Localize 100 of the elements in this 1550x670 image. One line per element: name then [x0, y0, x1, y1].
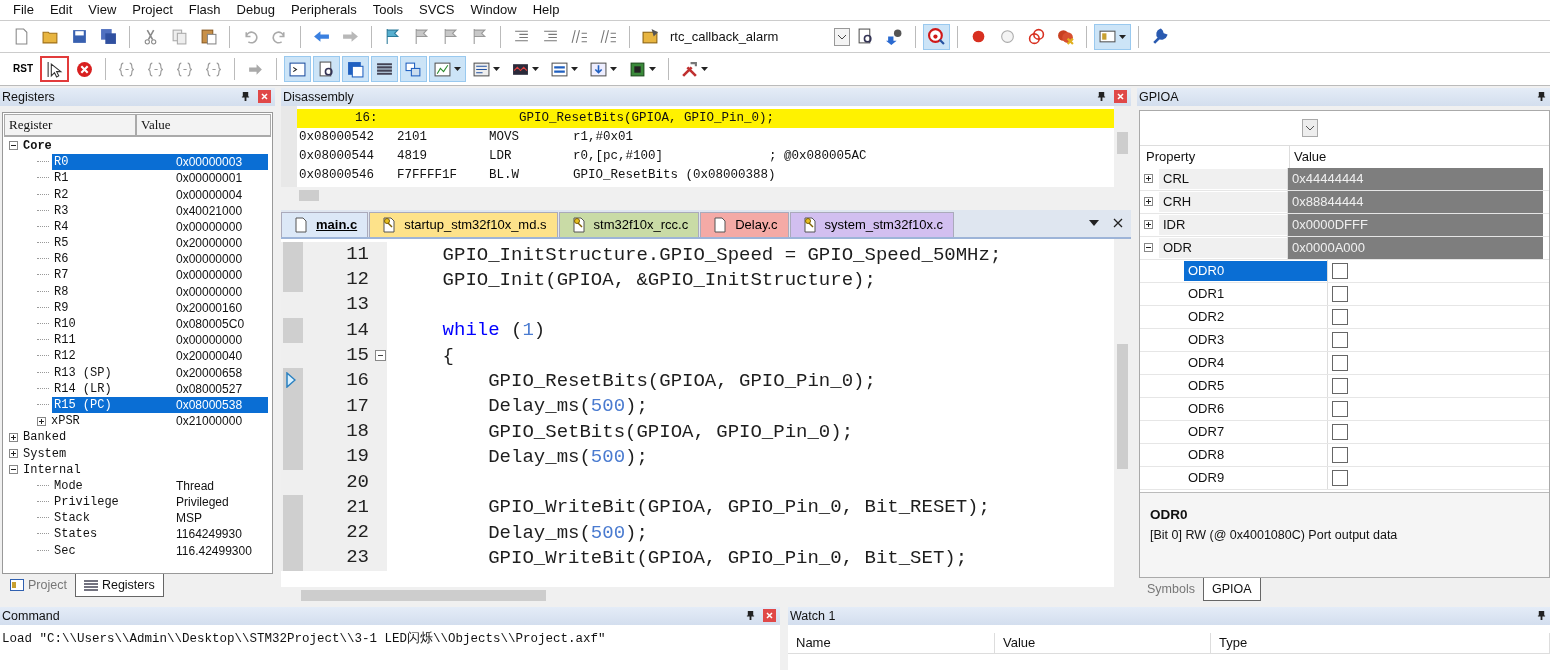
register-name[interactable]: R7 [52, 267, 71, 284]
register-name[interactable]: R8 [52, 283, 71, 300]
property-name[interactable]: ODR8 [1184, 444, 1327, 465]
checkbox[interactable] [1332, 446, 1348, 463]
register-name[interactable]: R4 [52, 218, 71, 235]
panel-tab[interactable]: Registers [74, 573, 164, 597]
register-name[interactable]: States [52, 526, 100, 543]
register-name[interactable]: R12 [52, 348, 78, 365]
reset-button[interactable]: RST [8, 56, 38, 83]
file-tab[interactable]: stm32f10x_rcc.c [558, 211, 700, 237]
column-header[interactable]: Name [788, 632, 995, 653]
property-name[interactable]: ODR0 [1184, 260, 1327, 281]
file-tab[interactable]: main.c [281, 211, 369, 237]
cursor-button[interactable] [40, 56, 69, 83]
checkbox[interactable] [1332, 285, 1348, 302]
menu-item[interactable]: Flash [181, 2, 230, 18]
checkbox[interactable] [1332, 469, 1348, 486]
menu-item[interactable]: Help [525, 2, 569, 18]
register-name[interactable]: R2 [52, 186, 71, 203]
collapse-icon[interactable] [374, 350, 386, 362]
column-header[interactable]: Value [995, 632, 1211, 653]
register-name[interactable]: R5 [52, 235, 71, 252]
file-tab[interactable]: system_stm32f10x.c [789, 211, 955, 237]
checkbox[interactable] [1332, 377, 1348, 394]
dropdown-icon[interactable] [1302, 118, 1318, 137]
expand-icon[interactable] [1144, 197, 1153, 207]
register-name[interactable]: R1 [52, 170, 71, 187]
panel-tab[interactable]: Project [2, 573, 75, 597]
menu-item[interactable]: SVCS [412, 2, 464, 18]
property-name[interactable]: ODR4 [1184, 352, 1327, 373]
file-tab[interactable]: Delay.c [700, 211, 789, 237]
register-name[interactable]: Sec [52, 542, 78, 559]
checkbox[interactable] [1332, 423, 1348, 440]
menu-item[interactable]: Tools [365, 2, 412, 18]
menu-item[interactable]: File [6, 2, 43, 18]
register-name[interactable]: R14 (LR) [52, 380, 114, 397]
collapse-icon[interactable] [9, 141, 18, 151]
register-name[interactable]: R9 [52, 299, 71, 316]
find-button[interactable] [313, 56, 340, 83]
expand-icon[interactable] [37, 416, 46, 426]
property-name[interactable]: ODR7 [1184, 421, 1327, 442]
checkbox[interactable] [1332, 262, 1348, 279]
register-name[interactable]: R13 (SP) [52, 364, 114, 381]
window-button[interactable] [1094, 23, 1131, 50]
checkbox[interactable] [1332, 400, 1348, 417]
column-header[interactable]: Register [4, 113, 136, 136]
property-name[interactable]: CRH [1159, 191, 1287, 212]
property-name[interactable]: ODR9 [1184, 467, 1327, 488]
menu-item[interactable]: View [81, 2, 126, 18]
pin-icon[interactable] [746, 610, 755, 622]
register-name[interactable]: R3 [52, 202, 71, 219]
register-name[interactable]: Banked [21, 429, 69, 446]
file-tab[interactable]: startup_stm32f10x_md.s [369, 211, 558, 237]
pin-icon[interactable] [1537, 610, 1546, 622]
registers-button[interactable] [371, 56, 398, 83]
register-name[interactable]: Mode [52, 477, 85, 494]
checkbox[interactable] [1332, 331, 1348, 348]
pin-icon[interactable] [1097, 91, 1106, 103]
property-name[interactable]: ODR6 [1184, 398, 1327, 419]
expand-icon[interactable] [1144, 220, 1153, 230]
property-name[interactable]: CRL [1159, 168, 1287, 189]
property-name[interactable]: IDR [1159, 214, 1287, 235]
register-name[interactable]: xPSR [49, 413, 82, 430]
property-name[interactable]: ODR3 [1184, 329, 1327, 350]
expand-icon[interactable] [1144, 174, 1153, 184]
menu-item[interactable]: Edit [42, 2, 82, 18]
function-combo[interactable]: rtc_callback_alarm [670, 25, 850, 48]
menu-item[interactable]: Project [125, 2, 182, 18]
column-header[interactable]: Value [136, 113, 271, 136]
call-stack-button[interactable] [400, 56, 427, 83]
panel-tab[interactable]: GPIOA [1202, 577, 1261, 601]
register-name[interactable]: R15 (PC) [52, 396, 173, 413]
expand-icon[interactable] [9, 432, 18, 442]
property-name[interactable]: ODR2 [1184, 306, 1327, 327]
register-name[interactable]: R10 [52, 316, 78, 332]
tab-list-icon[interactable] [1089, 220, 1099, 227]
checkbox[interactable] [1332, 354, 1348, 371]
property-name[interactable]: ODR1 [1184, 283, 1327, 304]
register-name[interactable]: R0 [52, 154, 173, 171]
column-header[interactable]: Type [1211, 632, 1550, 653]
register-name[interactable]: R11 [52, 332, 78, 349]
property-name[interactable]: ODR5 [1184, 375, 1327, 396]
watch-button[interactable] [429, 56, 466, 83]
menu-item[interactable]: Peripherals [283, 2, 366, 18]
pin-icon[interactable] [241, 91, 250, 103]
register-name[interactable]: Core [21, 137, 54, 154]
register-name[interactable]: Stack [52, 510, 92, 527]
debug-button[interactable] [923, 23, 950, 50]
register-name[interactable]: System [21, 445, 69, 462]
collapse-icon[interactable] [1144, 243, 1153, 253]
menu-item[interactable]: Window [463, 2, 526, 18]
register-name[interactable]: Privilege [52, 494, 121, 511]
panel-tab[interactable]: Symbols [1139, 577, 1203, 601]
register-name[interactable]: R6 [52, 251, 71, 268]
symbols-button[interactable] [342, 56, 369, 83]
menu-item[interactable]: Debug [229, 2, 284, 18]
checkbox[interactable] [1332, 308, 1348, 325]
expand-icon[interactable] [9, 449, 18, 458]
register-name[interactable]: Internal [21, 461, 83, 478]
collapse-icon[interactable] [9, 465, 18, 475]
